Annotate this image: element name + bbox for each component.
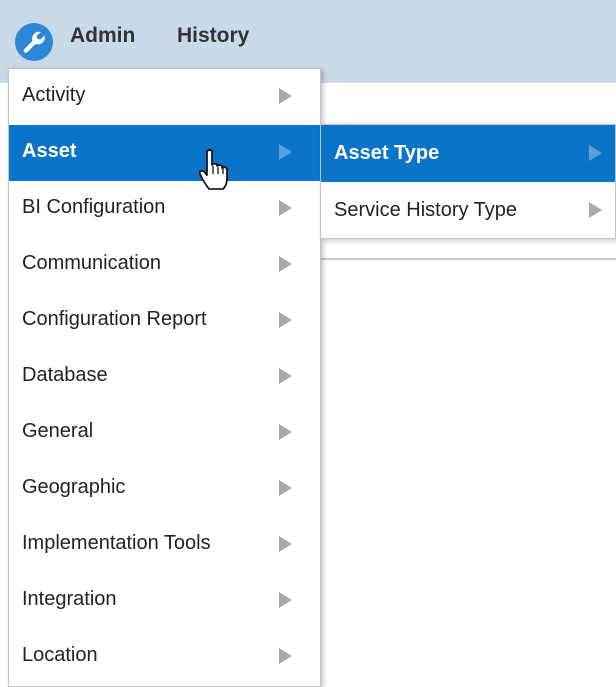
menu-item-location[interactable]: Location <box>9 629 320 685</box>
submenu-arrow-icon <box>279 368 292 384</box>
menu-item-label: Activity <box>22 84 86 106</box>
submenu-arrow-icon <box>279 312 292 328</box>
submenu-item-label: Asset Type <box>334 142 440 164</box>
submenu-arrow-icon <box>279 536 292 552</box>
history-menu[interactable]: History <box>177 24 249 48</box>
menu-item-integration[interactable]: Integration <box>9 573 320 629</box>
submenu-arrow-icon <box>279 200 292 216</box>
submenu-arrow-icon <box>589 202 602 218</box>
submenu-item-label: Service History Type <box>334 199 518 221</box>
hand-pointer-icon <box>198 149 228 190</box>
menu-item-label: Communication <box>22 252 161 274</box>
menu-item-label: BI Configuration <box>22 196 166 218</box>
menu-item-asset[interactable]: Asset <box>9 125 320 181</box>
admin-dropdown-menu: Activity Asset BI Configuration Communic… <box>8 68 321 687</box>
menu-item-bi-configuration[interactable]: BI Configuration <box>9 181 320 237</box>
submenu-arrow-icon <box>279 424 292 440</box>
menu-item-label: Asset <box>22 140 77 162</box>
admin-menu[interactable]: Admin <box>70 24 135 48</box>
menu-item-configuration-report[interactable]: Configuration Report <box>9 293 320 349</box>
menu-item-label: Implementation Tools <box>22 532 211 554</box>
menu-item-geographic[interactable]: Geographic <box>9 461 320 517</box>
wrench-icon[interactable] <box>14 22 54 62</box>
submenu-arrow-icon <box>279 592 292 608</box>
menu-item-communication[interactable]: Communication <box>9 237 320 293</box>
menu-item-label: Location <box>22 644 98 666</box>
menu-item-label: General <box>22 420 94 442</box>
menu-item-implementation-tools[interactable]: Implementation Tools <box>9 517 320 573</box>
submenu-arrow-icon <box>279 648 292 664</box>
menu-item-label: Integration <box>22 588 117 610</box>
menu-item-general[interactable]: General <box>9 405 320 461</box>
asset-submenu: Asset Type Service History Type <box>320 124 616 239</box>
menu-item-database[interactable]: Database <box>9 349 320 405</box>
menu-item-label: Configuration Report <box>22 308 207 330</box>
submenu-arrow-icon <box>589 145 602 161</box>
menu-item-label: Database <box>22 364 108 386</box>
submenu-arrow-icon <box>279 256 292 272</box>
submenu-arrow-icon <box>279 480 292 496</box>
submenu-arrow-icon <box>279 88 292 104</box>
menu-item-label: Geographic <box>22 476 126 498</box>
submenu-item-asset-type[interactable]: Asset Type <box>321 125 615 182</box>
submenu-item-service-history-type[interactable]: Service History Type <box>321 182 615 239</box>
menu-item-activity[interactable]: Activity <box>9 69 320 125</box>
submenu-arrow-icon <box>279 144 292 160</box>
content-divider <box>320 258 616 260</box>
